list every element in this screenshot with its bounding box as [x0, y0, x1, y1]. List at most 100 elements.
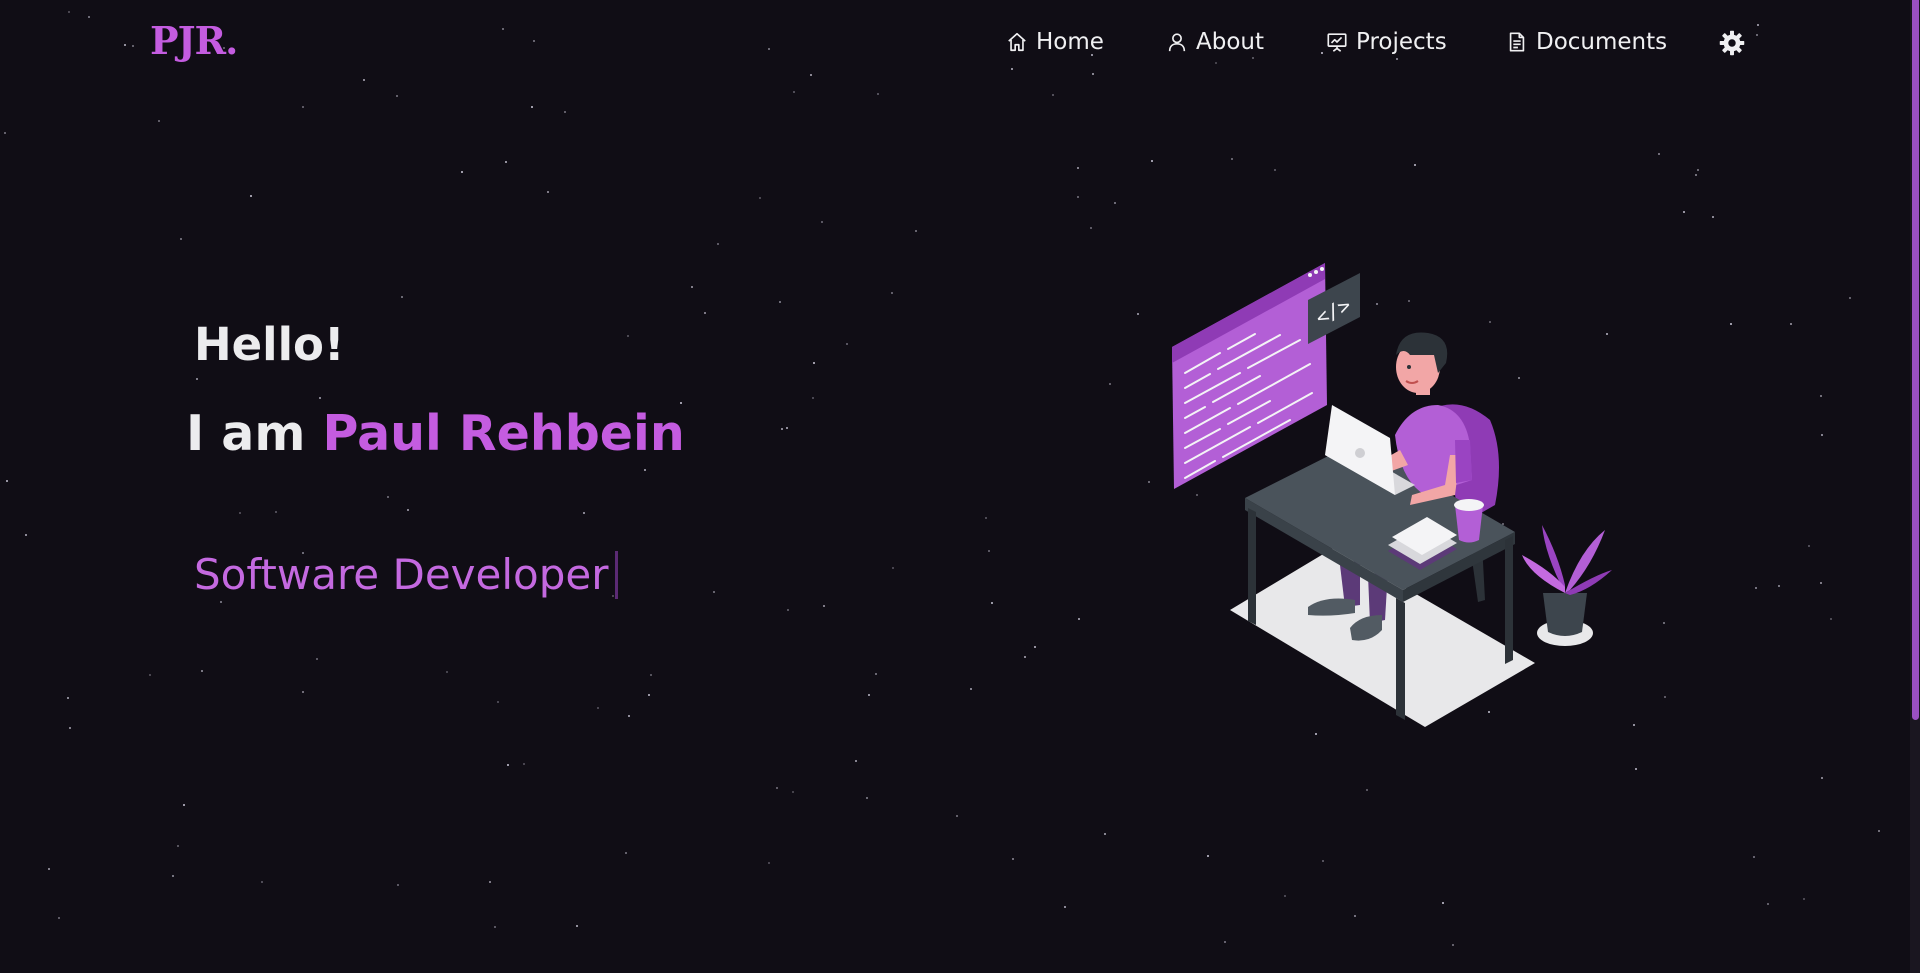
star-dot — [407, 509, 409, 511]
nav-about[interactable]: About — [1166, 25, 1264, 59]
hero-role-text: Software Developer — [194, 550, 609, 599]
star-dot — [768, 862, 770, 864]
star-dot — [547, 191, 549, 193]
star-dot — [201, 670, 203, 672]
star-dot — [1354, 915, 1356, 917]
star-dot — [1830, 618, 1832, 620]
star-dot — [855, 760, 857, 762]
logo[interactable]: PJR. — [150, 18, 238, 63]
star-dot — [713, 591, 715, 593]
star-dot — [531, 106, 533, 108]
star-dot — [1712, 216, 1714, 218]
star-dot — [461, 171, 463, 173]
star-dot — [196, 378, 198, 380]
star-dot — [625, 852, 627, 854]
star-dot — [149, 674, 151, 676]
star-dot — [4, 132, 6, 134]
star-dot — [1730, 323, 1732, 325]
star-dot — [172, 875, 174, 877]
hero-greeting: Hello! — [194, 318, 345, 371]
star-dot — [1878, 830, 1880, 832]
star-dot — [387, 496, 389, 498]
star-dot — [1052, 94, 1054, 96]
star-dot — [58, 917, 60, 919]
star-dot — [1104, 833, 1106, 835]
star-dot — [67, 697, 69, 699]
star-dot — [1207, 855, 1209, 857]
star-dot — [891, 292, 893, 294]
star-dot — [823, 605, 825, 607]
star-dot — [648, 694, 650, 696]
star-dot — [1077, 167, 1079, 169]
nav-about-label: About — [1196, 29, 1265, 55]
star-dot — [177, 845, 179, 847]
star-dot — [1366, 789, 1368, 791]
nav-documents-label: Documents — [1536, 29, 1668, 55]
starfield-background — [0, 0, 1910, 973]
star-dot — [1024, 656, 1026, 658]
star-dot — [1778, 585, 1780, 587]
star-dot — [704, 312, 706, 314]
scrollbar-thumb[interactable] — [1912, 0, 1919, 720]
star-dot — [523, 763, 525, 765]
star-dot — [691, 286, 693, 288]
nav-projects[interactable]: Projects — [1326, 25, 1447, 59]
star-dot — [316, 658, 318, 660]
typing-cursor — [614, 550, 618, 599]
gear-icon[interactable] — [1718, 29, 1746, 57]
star-dot — [401, 296, 403, 298]
star-dot — [1820, 582, 1822, 584]
star-dot — [507, 764, 509, 766]
star-dot — [644, 469, 646, 471]
hero-intro: I am Paul Rehbein — [186, 405, 685, 462]
nav-projects-label: Projects — [1356, 29, 1447, 55]
star-dot — [988, 550, 990, 552]
star-dot — [158, 120, 160, 122]
user-icon — [1168, 33, 1186, 52]
star-dot — [583, 512, 585, 514]
star-dot — [985, 517, 987, 519]
plant-illustration — [1522, 525, 1612, 646]
star-dot — [597, 707, 599, 709]
star-dot — [497, 701, 499, 703]
star-dot — [650, 674, 652, 676]
star-dot — [275, 511, 277, 513]
code-window-illustration — [1172, 263, 1327, 489]
star-dot — [956, 815, 958, 817]
star-dot — [786, 427, 788, 429]
star-dot — [489, 881, 491, 883]
star-dot — [793, 91, 795, 93]
nav-documents[interactable]: Documents — [1506, 25, 1667, 59]
star-dot — [1224, 941, 1226, 943]
star-dot — [787, 609, 789, 611]
star-dot — [792, 791, 794, 793]
nav-home[interactable]: Home — [1006, 25, 1104, 59]
star-dot — [1820, 395, 1822, 397]
star-dot — [680, 402, 682, 404]
scrollbar[interactable] — [1910, 0, 1920, 973]
star-dot — [970, 688, 972, 690]
star-dot — [576, 925, 578, 927]
star-dot — [1012, 858, 1014, 860]
star-dot — [1683, 211, 1685, 213]
nav-home-label: Home — [1036, 29, 1104, 55]
star-dot — [319, 397, 321, 399]
star-dot — [1414, 164, 1416, 166]
star-dot — [628, 715, 630, 717]
star-dot — [446, 671, 448, 673]
star-dot — [875, 673, 877, 675]
star-dot — [1148, 481, 1150, 483]
star-dot — [183, 804, 185, 806]
star-dot — [1821, 434, 1823, 436]
star-dot — [220, 601, 222, 603]
star-dot — [1090, 227, 1092, 229]
presentation-icon — [1327, 33, 1347, 52]
star-dot — [1231, 158, 1233, 160]
star-dot — [1695, 174, 1697, 176]
star-dot — [564, 111, 566, 113]
star-dot — [812, 397, 814, 399]
star-dot — [1151, 160, 1153, 162]
star-dot — [1658, 153, 1660, 155]
star-dot — [915, 230, 917, 232]
star-dot — [821, 221, 823, 223]
